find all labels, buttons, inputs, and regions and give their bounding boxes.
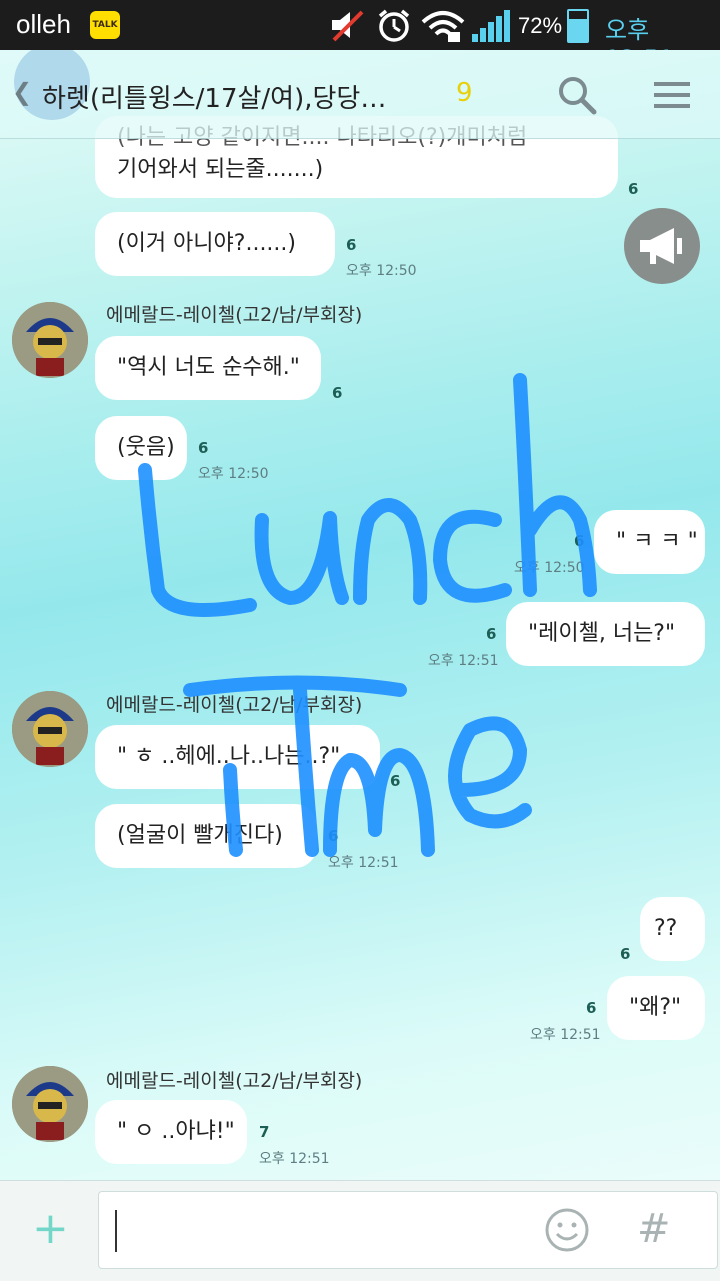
battery-icon: [567, 9, 589, 43]
wifi-icon: [421, 11, 465, 42]
plus-icon[interactable]: +: [32, 1203, 69, 1255]
message-bubble[interactable]: (웃음): [95, 416, 187, 480]
unread-count: 7: [259, 1123, 270, 1141]
message-bubble[interactable]: (이거 아니야?......): [95, 212, 335, 276]
notice-button[interactable]: [624, 208, 700, 284]
message-bubble[interactable]: " ㅇ ..아냐!": [95, 1100, 247, 1164]
chat-title[interactable]: 하렛(리틀윙스/17살/여),당당…: [42, 78, 386, 115]
unread-count: 6: [620, 945, 631, 963]
kakaotalk-icon: TALK: [90, 11, 120, 39]
message-time: 오후 12:50: [198, 466, 269, 482]
message-time: 오후 12:50: [514, 560, 585, 576]
battery-level: [569, 19, 587, 41]
text-cursor: [115, 1210, 117, 1252]
menu-icon[interactable]: [654, 80, 690, 110]
message-time: 오후 12:51: [328, 855, 399, 871]
avatar-image: [12, 1066, 88, 1142]
unread-count: 6: [198, 439, 209, 457]
unread-count: 6: [390, 772, 401, 790]
megaphone-icon: [640, 228, 682, 264]
message-bubble[interactable]: " ㅎ ..헤에..나..나는..?": [95, 725, 380, 789]
message-time: 오후 12:51: [259, 1151, 330, 1167]
chevron-left-icon[interactable]: ❮: [12, 78, 32, 106]
sender-name: 에메랄드-레이첼(고2/남/부회장): [106, 694, 363, 716]
message-input-bar: + #: [0, 1180, 720, 1281]
message-bubble[interactable]: "왜?": [607, 976, 705, 1040]
unread-count: 6: [328, 827, 339, 845]
message-bubble[interactable]: "역시 너도 순수해.": [95, 336, 321, 400]
avatar[interactable]: [12, 691, 88, 767]
message-line: 기어와서 되는줄.......): [117, 157, 324, 182]
carrier-label: olleh: [16, 9, 71, 39]
avatar-image: [12, 302, 88, 378]
message-bubble[interactable]: " ㅋ ㅋ ": [594, 510, 705, 574]
unread-count: 6: [486, 625, 497, 643]
signal-icon: [472, 10, 510, 42]
sender-name: 에메랄드-레이첼(고2/남/부회장): [106, 304, 363, 326]
message-time: 오후 12:50: [346, 263, 417, 279]
member-count: 9: [456, 78, 473, 108]
mute-icon: [332, 10, 364, 42]
unread-count: 6: [574, 532, 585, 550]
emoji-icon[interactable]: [543, 1206, 591, 1254]
message-bubble[interactable]: "레이첼, 너는?": [506, 602, 705, 666]
unread-count: 6: [332, 384, 343, 402]
avatar[interactable]: [12, 1066, 88, 1142]
avatar[interactable]: [12, 302, 88, 378]
message-time: 오후 12:51: [530, 1027, 601, 1043]
avatar-image: [12, 691, 88, 767]
message-input[interactable]: #: [98, 1191, 718, 1269]
chat-header: ❮ 하렛(리틀윙스/17살/여),당당… 9: [0, 50, 720, 139]
unread-count: 6: [346, 236, 357, 254]
search-icon[interactable]: [556, 74, 598, 116]
alarm-icon: [378, 9, 410, 42]
message-bubble[interactable]: ??: [640, 897, 705, 961]
status-bar: olleh TALK 72% 오후 12:51: [0, 0, 720, 73]
hash-icon[interactable]: #: [637, 1206, 671, 1252]
message-bubble[interactable]: (얼굴이 빨개진다): [95, 804, 317, 868]
sender-name: 에메랄드-레이첼(고2/남/부회장): [106, 1070, 363, 1092]
unread-count: 6: [586, 999, 597, 1017]
message-time: 오후 12:51: [428, 653, 499, 669]
unread-count: 6: [628, 180, 639, 198]
battery-percent: 72%: [518, 13, 563, 38]
chat-area[interactable]: (나는 고양 같이지면.... 나타리오(?)개미처럼 기어와서 되는줄....…: [0, 50, 720, 1180]
